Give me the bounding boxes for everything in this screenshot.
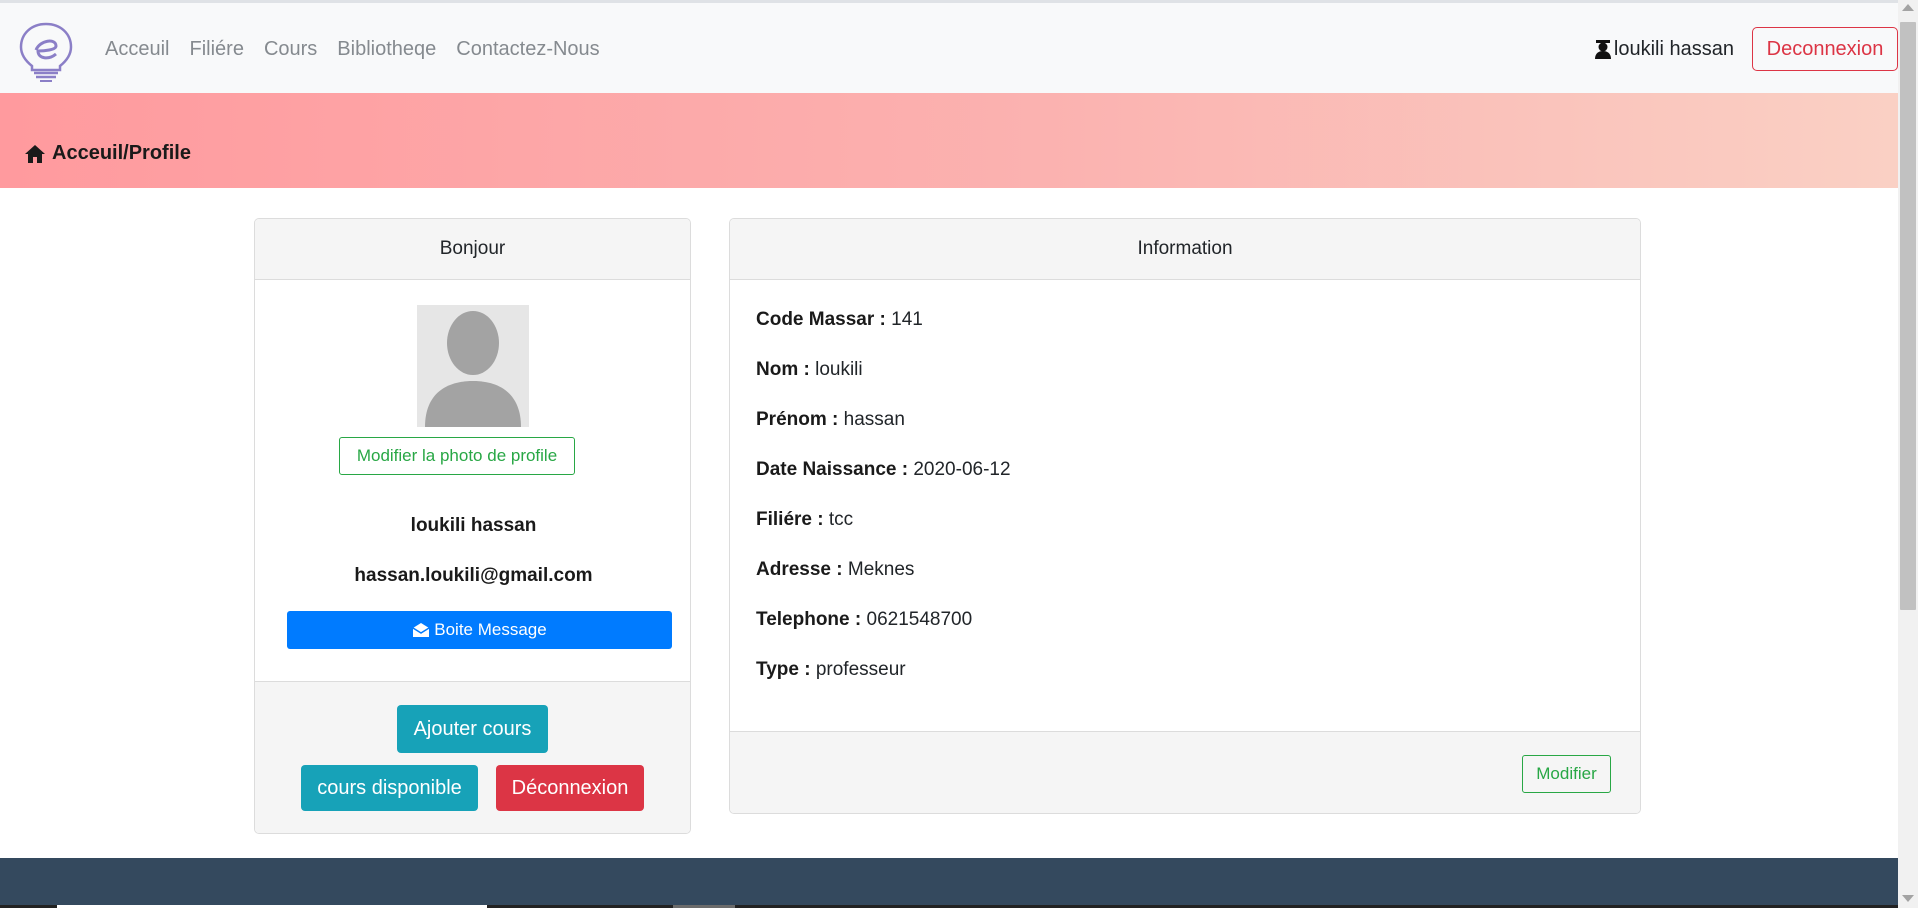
breadcrumb: Acceuil/Profile (24, 142, 191, 165)
nav-links: Acceuil Filiére Cours Bibliotheqe Contac… (95, 38, 610, 61)
information-card-footer: Modifier (730, 731, 1640, 813)
info-label: Filiére : (756, 509, 824, 530)
scrollbar-thumb[interactable] (1900, 22, 1916, 610)
profile-name: loukili hassan (410, 515, 537, 536)
info-list: Code Massar : 141 Nom : loukili Prénom :… (756, 309, 1011, 709)
info-value: Meknes (847, 559, 915, 580)
add-course-button[interactable]: Ajouter cours (397, 705, 548, 753)
profile-card-footer: Ajouter cours cours disponible Déconnexi… (255, 681, 690, 833)
info-label: Code Massar : (756, 309, 886, 330)
info-label: Nom : (756, 359, 810, 380)
info-value: 2020-06-12 (913, 459, 1011, 480)
info-row-type: Type : professeur (756, 659, 1011, 709)
available-courses-button[interactable]: cours disponible (301, 765, 478, 811)
information-card: Information Code Massar : 141 Nom : louk… (729, 218, 1641, 814)
info-row-telephone: Telephone : 0621548700 (756, 609, 1011, 659)
edit-info-button[interactable]: Modifier (1522, 755, 1611, 793)
page-footer (0, 858, 1898, 908)
user-area: loukili hassan Deconnexion (1594, 25, 1898, 73)
scroll-up-arrow-icon[interactable] (1902, 4, 1914, 11)
breadcrumb-text: Acceuil/Profile (52, 142, 191, 164)
profile-logout-button[interactable]: Déconnexion (496, 765, 644, 811)
scroll-down-arrow-icon[interactable] (1902, 895, 1914, 902)
envelope-open-icon (412, 623, 430, 637)
info-value: hassan (843, 409, 905, 430)
info-label: Adresse : (756, 559, 843, 580)
user-menu[interactable]: loukili hassan (1594, 38, 1734, 61)
user-graduate-icon (1594, 40, 1611, 59)
info-value: 0621548700 (866, 609, 973, 630)
change-photo-button[interactable]: Modifier la photo de profile (339, 437, 575, 475)
info-value: tcc (828, 509, 854, 530)
info-label: Telephone : (756, 609, 862, 630)
info-value: loukili (815, 359, 863, 380)
info-row-prenom: Prénom : hassan (756, 409, 1011, 459)
info-value: 141 (891, 309, 923, 330)
message-box-button[interactable]: Boite Message (287, 611, 672, 649)
information-card-header: Information (730, 219, 1640, 280)
info-row-adresse: Adresse : Meknes (756, 559, 1011, 609)
info-label: Type : (756, 659, 811, 680)
logout-button[interactable]: Deconnexion (1752, 27, 1898, 71)
info-row-filiere: Filiére : tcc (756, 509, 1011, 559)
info-row-code-massar: Code Massar : 141 (756, 309, 1011, 359)
profile-card: Bonjour Modifier la photo de profile lou… (254, 218, 691, 834)
nav-link-bibliotheque[interactable]: Bibliotheqe (327, 38, 446, 61)
avatar (417, 305, 529, 427)
info-row-date-naissance: Date Naissance : 2020-06-12 (756, 459, 1011, 509)
profile-card-header: Bonjour (255, 219, 690, 280)
info-row-nom: Nom : loukili (756, 359, 1011, 409)
page-banner: Acceuil/Profile (0, 93, 1898, 188)
profile-email: hassan.loukili@gmail.com (354, 565, 593, 586)
navbar: Acceuil Filiére Cours Bibliotheqe Contac… (0, 3, 1898, 93)
nav-link-filiere[interactable]: Filiére (179, 38, 253, 61)
message-box-label: Boite Message (434, 620, 547, 639)
info-label: Prénom : (756, 409, 839, 430)
home-icon (25, 144, 45, 163)
nav-link-acceuil[interactable]: Acceuil (95, 38, 179, 61)
info-label: Date Naissance : (756, 459, 909, 480)
user-name: loukili hassan (1613, 37, 1734, 60)
logo-icon[interactable] (16, 20, 76, 82)
info-value: professeur (815, 659, 906, 680)
nav-link-contact[interactable]: Contactez-Nous (446, 38, 609, 61)
nav-link-cours[interactable]: Cours (254, 38, 327, 61)
